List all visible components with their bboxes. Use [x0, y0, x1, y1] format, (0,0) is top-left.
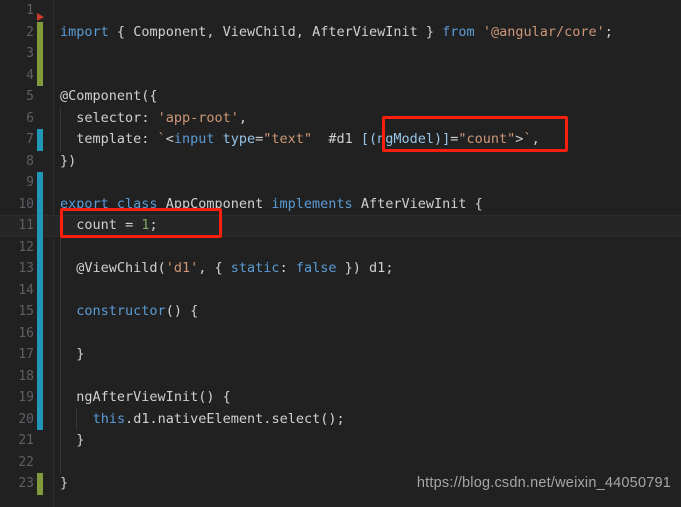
line-number: 19 — [18, 390, 34, 405]
indent-guide — [60, 236, 61, 258]
indent-guide — [60, 451, 61, 473]
code-line[interactable]: 12 — [0, 236, 681, 258]
line-number: 8 — [26, 153, 34, 169]
line-number: 16 — [18, 325, 34, 341]
code-line[interactable]: 15 constructor() { — [0, 301, 681, 323]
line-number: 9 — [26, 175, 34, 190]
vcs-change-marker[interactable] — [37, 236, 43, 258]
vcs-change-marker[interactable] — [37, 215, 43, 237]
line-number: 13 — [18, 261, 34, 276]
vcs-change-marker[interactable] — [37, 430, 43, 452]
line-number: 15 — [18, 304, 34, 319]
code-line-text: constructor() { — [76, 303, 199, 319]
line-number: 3 — [26, 46, 34, 61]
code-line[interactable]: 8}) — [0, 151, 681, 173]
line-number: 1 — [26, 3, 34, 18]
vcs-change-marker[interactable] — [37, 452, 43, 474]
line-number: 14 — [18, 282, 34, 298]
vcs-change-marker[interactable] — [37, 21, 43, 43]
line-number: 2 — [26, 24, 34, 40]
code-line-text: import { Component, ViewChild, AfterView… — [60, 23, 613, 40]
code-line[interactable]: 20 this.d1.nativeElement.select(); — [0, 408, 681, 430]
code-line-text: ngAfterViewInit() { — [76, 389, 231, 405]
line-number: 11 — [18, 218, 34, 233]
indent-guide — [60, 279, 61, 301]
line-number: 21 — [18, 433, 34, 448]
code-editor-screenshot: 1 2 import { Component, ViewChild, AfterVi… — [0, 0, 681, 507]
code-line-text: this.d1.nativeElement.select(); — [92, 410, 345, 427]
code-line-text: } — [76, 346, 85, 362]
line-number: 6 — [26, 110, 34, 126]
code-line[interactable]: 14 — [0, 279, 681, 301]
code-line[interactable]: 3 — [0, 43, 681, 65]
code-line[interactable]: 13 @ViewChild('d1', { static: false }) d… — [0, 258, 681, 280]
code-line-text: template: `<input type="text" #d1 [(ngMo… — [60, 131, 540, 147]
code-line-text: } — [60, 475, 69, 491]
line-number: 18 — [18, 368, 34, 384]
code-line[interactable]: 11 count = 1; — [0, 215, 681, 237]
code-line[interactable]: 7 template: `<input type="text" #d1 [(ng… — [0, 129, 681, 151]
code-line[interactable]: 21 } — [0, 430, 681, 452]
code-line[interactable]: 1 — [0, 0, 681, 22]
line-number: 10 — [18, 196, 34, 212]
vcs-change-marker[interactable] — [37, 129, 43, 151]
line-number: 17 — [18, 347, 34, 362]
code-line-text: } — [76, 432, 85, 448]
code-line[interactable]: 16 — [0, 322, 681, 344]
code-line[interactable]: 17 } — [0, 344, 681, 366]
line-number: 22 — [18, 454, 34, 470]
code-line-text: count = 1; — [76, 217, 158, 233]
code-editor-pane[interactable]: 1 2 import { Component, ViewChild, AfterVi… — [0, 0, 681, 507]
vcs-change-marker[interactable] — [37, 151, 43, 173]
indent-guide — [60, 322, 61, 344]
vcs-change-marker[interactable] — [37, 43, 43, 65]
line-number: 23 — [18, 476, 34, 491]
code-line-text: selector: 'app-root', — [76, 109, 248, 126]
code-line[interactable]: 6 selector: 'app-root', — [0, 107, 681, 130]
vcs-change-marker[interactable] — [37, 279, 43, 301]
line-number: 7 — [26, 132, 34, 147]
watermark-url: https://blog.csdn.net/weixin_44050791 — [416, 475, 671, 491]
code-line[interactable]: 22 — [0, 451, 681, 474]
indent-guide — [60, 365, 61, 387]
vcs-change-marker[interactable] — [37, 408, 43, 430]
vcs-change-marker[interactable] — [37, 322, 43, 344]
code-line-text: }) — [60, 152, 77, 169]
vcs-change-marker[interactable] — [37, 473, 43, 495]
vcs-change-marker[interactable] — [37, 64, 43, 86]
line-number: 4 — [26, 67, 34, 83]
deleted-lines-triangle-icon[interactable] — [37, 13, 44, 21]
code-line[interactable]: 18 — [0, 365, 681, 387]
vcs-change-marker[interactable] — [37, 344, 43, 366]
code-line-text: export class AppComponent implements Aft… — [60, 195, 483, 212]
code-line[interactable]: 19 ngAfterViewInit() { — [0, 387, 681, 409]
vcs-change-marker[interactable] — [37, 258, 43, 280]
code-line-text: @Component({ — [60, 88, 158, 104]
code-line[interactable]: 5 @Component({ — [0, 86, 681, 108]
line-number: 12 — [18, 239, 34, 255]
code-line[interactable]: 10 export class AppComponent implements A… — [0, 193, 681, 215]
vcs-change-marker[interactable] — [37, 86, 43, 108]
vcs-change-marker[interactable] — [37, 365, 43, 387]
vcs-change-marker[interactable] — [37, 193, 43, 215]
vcs-change-marker[interactable] — [37, 108, 43, 130]
vcs-change-marker[interactable] — [37, 387, 43, 409]
code-line[interactable]: 9 — [0, 172, 681, 194]
line-number: 5 — [26, 89, 34, 104]
code-line[interactable]: 4 — [0, 64, 681, 86]
code-line[interactable]: 2 import { Component, ViewChild, AfterVie… — [0, 21, 681, 43]
vcs-change-marker[interactable] — [37, 301, 43, 323]
code-line-text: @ViewChild('d1', { static: false }) d1; — [76, 260, 394, 276]
line-number: 20 — [18, 411, 34, 427]
vcs-change-marker[interactable] — [37, 172, 43, 194]
